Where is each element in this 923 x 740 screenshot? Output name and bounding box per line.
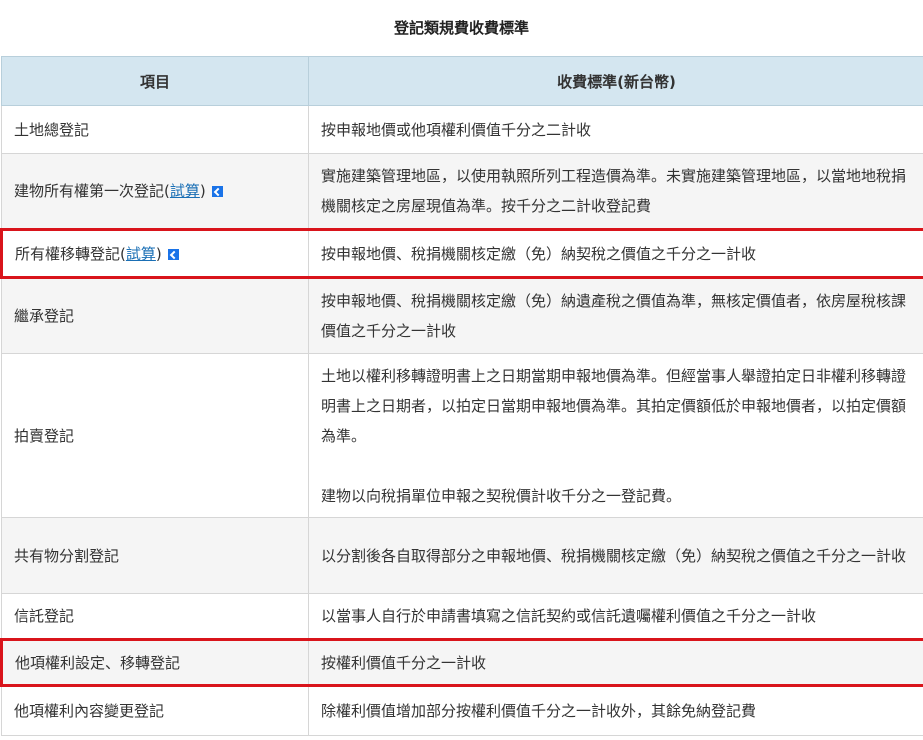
- table-row: 拍賣登記 土地以權利移轉證明書上之日期當期申報地價為準。但經當事人舉證拍定日非權…: [1, 353, 923, 518]
- row-fee: 按申報地價或他項權利價值千分之二計收: [308, 105, 923, 154]
- table-row-highlighted: 所有權移轉登記(試算) 按申報地價、稅捐機關核定繳（免）納契稅之價值之千分之一計…: [0, 228, 923, 279]
- calc-link[interactable]: 試算: [126, 245, 156, 263]
- row-item-label: 建物所有權第一次登記: [14, 182, 165, 200]
- row-item: 土地總登記: [1, 105, 309, 154]
- row-item: 拍賣登記: [1, 353, 309, 518]
- row-fee: 按申報地價、稅捐機關核定繳（免）納契稅之價值之千分之一計收: [308, 228, 923, 279]
- row-fee: 按權利價值千分之一計收: [308, 638, 923, 687]
- row-fee-text: 土地以權利移轉證明書上之日期當期申報地價為準。但經當事人舉證拍定日非權利移轉證明…: [321, 366, 907, 445]
- table-row-highlighted: 他項權利設定、移轉登記 按權利價值千分之一計收: [0, 638, 923, 687]
- row-fee: 除權利價值增加部分按權利價值千分之一計收外，其餘免納登記費: [308, 685, 923, 736]
- table-row: 繼承登記 按申報地價、稅捐機關核定繳（免）納遺產稅之價值為準，無核定價值者，依房…: [1, 277, 923, 354]
- row-item-label: 所有權移轉登記: [15, 244, 121, 263]
- row-fee: 按申報地價、稅捐機關核定繳（免）納遺產稅之價值為準，無核定價值者，依房屋稅核課價…: [308, 277, 923, 354]
- row-item: 共有物分割登記: [1, 517, 309, 594]
- table-row: 他項權利內容變更登記 除權利價值增加部分按權利價值千分之一計收外，其餘免納登記費: [1, 685, 923, 736]
- table-header-row: 項目 收費標準(新台幣): [1, 56, 923, 106]
- external-link-icon[interactable]: [211, 186, 223, 197]
- calc-link[interactable]: 試算: [170, 182, 200, 200]
- table-row: 建物所有權第一次登記(試算) 實施建築管理地區，以使用執照所列工程造價為準。未實…: [1, 153, 923, 230]
- row-fee: 以分割後各自取得部分之申報地價、稅捐機關核定繳（免）納契稅之價值之千分之一計收: [308, 517, 923, 594]
- row-fee: 實施建築管理地區，以使用執照所列工程造價為準。未實施建築管理地區，以當地地稅捐機…: [308, 153, 923, 230]
- row-fee-text: 建物以向稅捐單位申報之契稅價計收千分之一登記費。: [321, 486, 682, 505]
- row-fee: 土地以權利移轉證明書上之日期當期申報地價為準。但經當事人舉證拍定日非權利移轉證明…: [308, 353, 923, 518]
- row-fee: 以當事人自行於申請書填寫之信託契約或信託遺囑權利價值之千分之一計收: [308, 593, 923, 640]
- table-row: 共有物分割登記 以分割後各自取得部分之申報地價、稅捐機關核定繳（免）納契稅之價值…: [1, 517, 923, 594]
- row-item: 建物所有權第一次登記(試算): [1, 153, 309, 230]
- fee-table: 項目 收費標準(新台幣) 土地總登記 按申報地價或他項權利價值千分之二計收 建物…: [0, 56, 923, 736]
- header-fee: 收費標準(新台幣): [308, 56, 923, 106]
- header-item: 項目: [1, 56, 309, 106]
- row-item: 信託登記: [1, 593, 309, 640]
- table-row: 信託登記 以當事人自行於申請書填寫之信託契約或信託遺囑權利價值之千分之一計收: [1, 593, 923, 640]
- row-item: 他項權利設定、移轉登記: [0, 638, 309, 687]
- table-row: 土地總登記 按申報地價或他項權利價值千分之二計收: [1, 105, 923, 154]
- row-item: 所有權移轉登記(試算): [0, 228, 309, 279]
- row-item: 他項權利內容變更登記: [1, 685, 309, 736]
- table-caption: 登記類規費收費標準: [393, 19, 529, 37]
- row-item: 繼承登記: [1, 277, 309, 354]
- external-link-icon[interactable]: [167, 248, 179, 260]
